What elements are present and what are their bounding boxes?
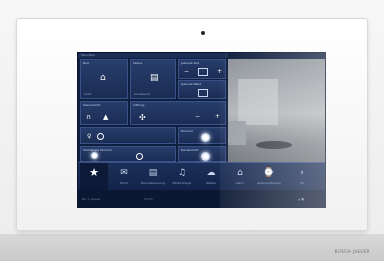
brand-logo: BUSCH-JAEGER [334, 249, 370, 254]
mail-icon: ✉ [120, 168, 128, 178]
panel-scene-sub: Kinoabend [134, 92, 150, 96]
bottom-navigation: ★ ✉ Türruf ▤ Raumsteuerung ♫ Media Playe… [78, 162, 325, 191]
nav-door-call[interactable]: ✉ Türruf [110, 163, 138, 191]
panel-scene-light[interactable]: Szenenlicht ∩ ▲ [80, 101, 128, 125]
status-bar: Do. 1 Januar 14:15 ▲ ■ [78, 190, 325, 207]
nav-label: Mi [300, 181, 304, 185]
nav-timers[interactable]: ⌚ Zeitschaltuhren [255, 163, 283, 191]
panel-dimmer-right[interactable]: Dimmer [178, 127, 226, 144]
status-time: 14:15 [144, 197, 153, 201]
blind-south-plus-button[interactable]: + [217, 68, 222, 76]
scene-icon: ▤ [150, 73, 159, 83]
nav-label: Raumsteuerung [141, 181, 165, 185]
nav-weather[interactable]: ☁ Wetter [197, 163, 225, 191]
touch-screen: Favoriten Bad ⌂ Licht Szene ▤ Kinoabend … [77, 52, 326, 208]
panel-scene-light-title: Szenenlicht [83, 103, 101, 107]
nav-label: Wetter [205, 181, 217, 185]
more-icon: › [300, 168, 304, 178]
fan-icon: ✣ [139, 113, 146, 122]
home-icon: ⌂ [237, 168, 243, 178]
floor-lamp-knob[interactable] [136, 153, 143, 160]
panel-scene-title: Szene [133, 61, 143, 65]
nav-alarm[interactable]: ⌂ Alarm [226, 163, 254, 191]
panel-dimmer[interactable]: ♀ [80, 127, 176, 144]
nav-room-control[interactable]: ▤ Raumsteuerung [139, 163, 167, 191]
status-date: Do. 1 Januar [82, 197, 101, 201]
blind-west-icon [198, 89, 208, 97]
house-light-icon: ⌂ [100, 73, 106, 83]
dimmer-knob[interactable] [97, 133, 104, 140]
screen-header: Favoriten [78, 53, 228, 58]
panel-floor-lamp-title: Stehlampe Dimmer [83, 148, 113, 152]
blind-south-minus-button[interactable]: − [184, 68, 189, 76]
clock-icon: ⌚ [263, 168, 275, 178]
bulb-icon: ♀ [87, 133, 92, 140]
nav-label: Zeitschaltuhren [257, 181, 281, 185]
calendar-icon: ▤ [148, 168, 158, 178]
floor-lamp-handle[interactable] [91, 152, 98, 159]
panel-ventilation[interactable]: Lüftung ✣ − + [130, 101, 226, 125]
panel-ventilation-title: Lüftung [133, 103, 145, 107]
nav-label: Türruf [119, 181, 129, 185]
ventilation-minus-button[interactable]: − [195, 113, 200, 121]
nav-label: Alarm [235, 181, 245, 185]
panel-light[interactable]: Bad ⌂ Licht [80, 59, 128, 99]
panel-blind-south[interactable]: Jalousie Süd − + [178, 59, 226, 79]
panel-scene[interactable]: Szene ▤ Kinoabend [130, 59, 176, 99]
music-icon: ♫ [177, 168, 187, 178]
dimmer-slider-handle[interactable] [201, 133, 210, 142]
panel-floor-lamp[interactable]: Stehlampe Dimmer [80, 146, 176, 162]
scene-light-icon-2: ▲ [103, 113, 109, 121]
panel-blind-west-title: Jalousie West [181, 82, 201, 86]
camera-lens-icon [201, 31, 205, 35]
status-icons: ▲ ■ [298, 197, 305, 201]
panel-blind-south-title: Jalousie Süd [181, 61, 200, 65]
scene-light-icon: ∩ [86, 113, 92, 121]
star-icon: ★ [89, 166, 99, 179]
ceiling-light-handle[interactable] [201, 152, 210, 161]
panel-light-title: Bad [83, 61, 89, 65]
panel-light-sub: Licht [84, 92, 92, 96]
nav-more[interactable]: › Mi [288, 163, 316, 191]
ventilation-plus-button[interactable]: + [215, 113, 220, 121]
room-table [256, 141, 292, 149]
blind-icon [198, 68, 208, 76]
baseboard [0, 234, 384, 261]
nav-media-player[interactable]: ♫ Media Player [168, 163, 196, 191]
panel-blind-west[interactable]: Jalousie West [178, 80, 226, 99]
room-wall [238, 79, 278, 125]
panel-ceiling-light-title: Deckenlicht [181, 148, 199, 152]
panel-ceiling-light[interactable]: Deckenlicht [178, 146, 226, 162]
panel-dimmer-title: Dimmer [181, 129, 194, 133]
weather-icon: ☁ [206, 168, 216, 178]
nav-label: Media Player [172, 181, 192, 185]
room-sofa [228, 121, 246, 145]
nav-favorites[interactable]: ★ [80, 163, 108, 191]
screen-header-title: Favoriten [81, 53, 95, 57]
